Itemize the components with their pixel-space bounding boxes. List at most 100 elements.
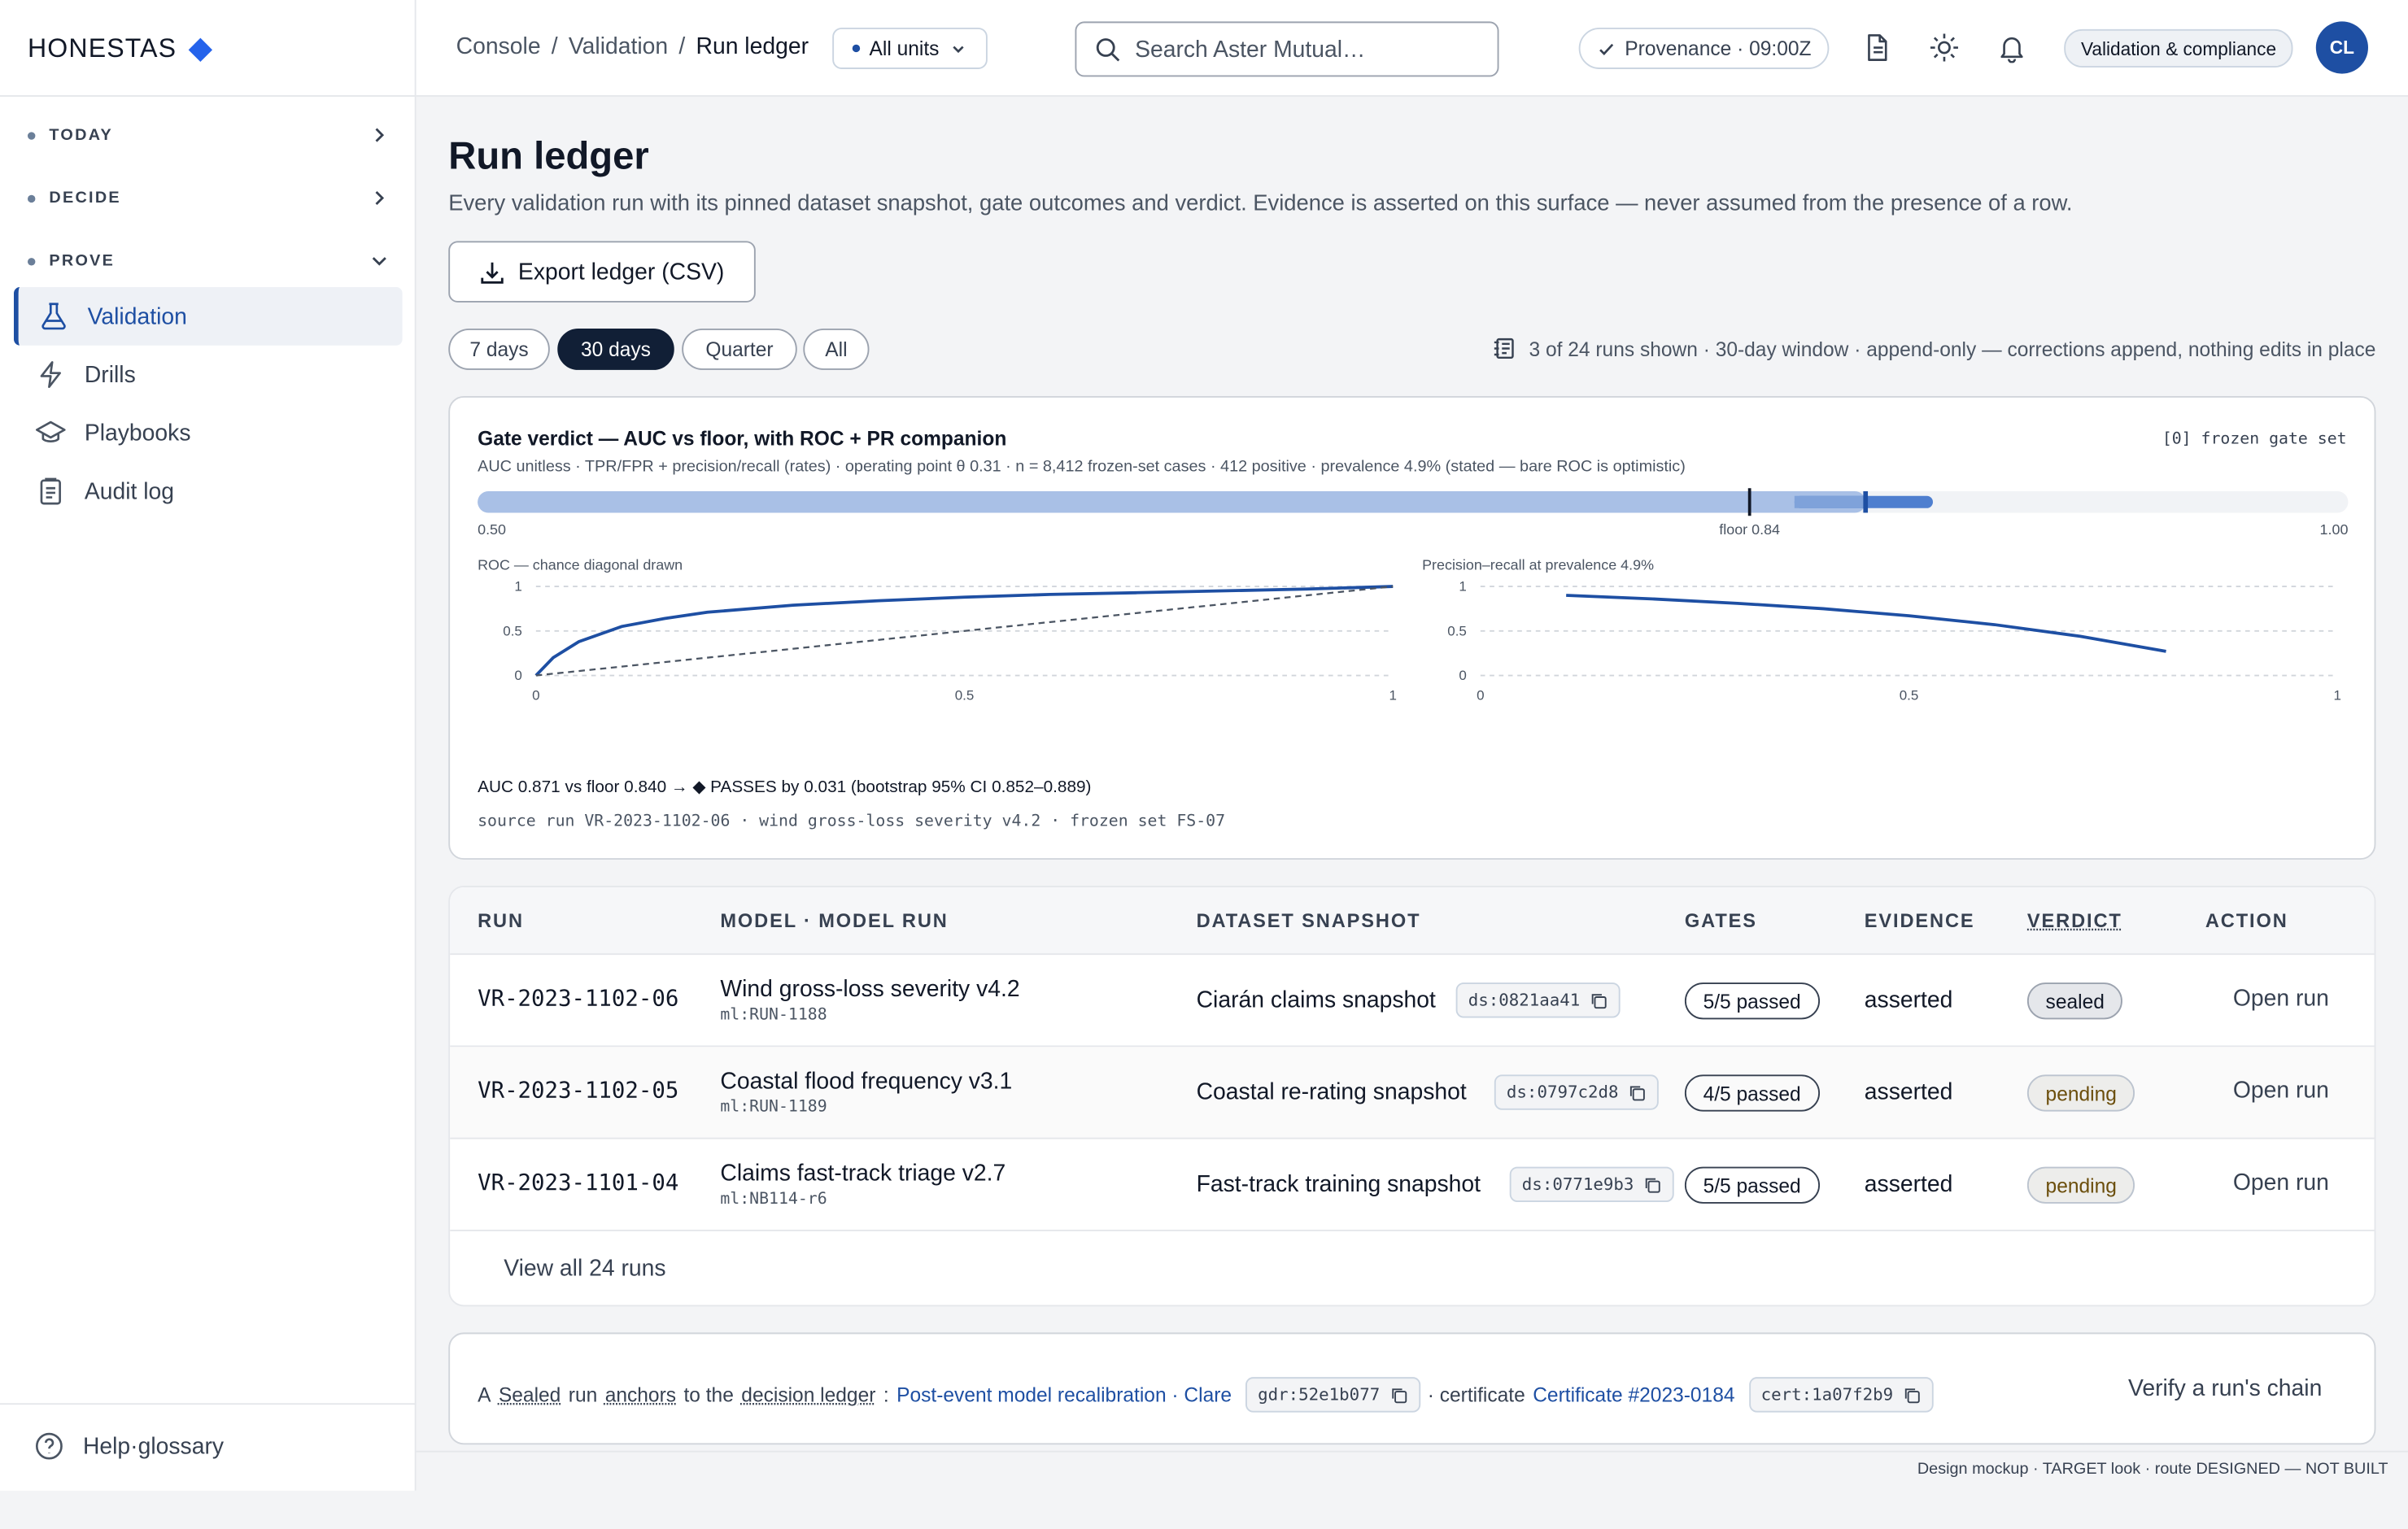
source-run-line: source run VR-2023-1102-06 · wind gross-… <box>478 812 1226 831</box>
model-name[interactable]: Wind gross-loss severity v4.2 <box>720 977 1019 1003</box>
decision-link[interactable]: Post-event model recalibration · Clare <box>896 1383 1232 1406</box>
model-cell: Claims fast-track triage v2.7 ml:NB114-r6 <box>720 1161 1006 1213</box>
range-quarter[interactable]: Quarter <box>682 328 797 370</box>
help-glossary-link[interactable]: Help·glossary <box>34 1431 224 1461</box>
floor-label: floor 0.84 <box>1719 521 1780 538</box>
snapshot-name[interactable]: Coastal re-rating snapshot <box>1197 1079 1467 1105</box>
breadcrumb-console[interactable]: Console <box>456 34 541 60</box>
section-today[interactable]: TODAY <box>27 120 390 150</box>
search-input[interactable]: Search Aster Mutual… <box>1075 21 1499 77</box>
range-7-days[interactable]: 7 days <box>448 328 550 370</box>
gate-verdict-card: Gate verdict — AUC vs floor, with ROC + … <box>448 396 2376 860</box>
gates-badge: 5/5 passed <box>1684 1166 1820 1204</box>
sidebar-item-label: Playbooks <box>84 420 191 447</box>
roc-x-tick: 1 <box>1389 688 1397 704</box>
colon: : <box>883 1383 889 1407</box>
chevron-down-icon <box>952 45 963 53</box>
evidence-text: asserted <box>1864 1171 1953 1198</box>
table-header: RUN MODEL · MODEL RUN DATASET SNAPSHOT G… <box>450 887 2375 956</box>
snapshot-name[interactable]: Fast-track training snapshot <box>1197 1171 1481 1197</box>
model-run-id: ml:NB114-r6 <box>720 1189 827 1209</box>
role-chip[interactable]: Validation & compliance <box>2064 28 2293 68</box>
model-name[interactable]: Claims fast-track triage v2.7 <box>720 1161 1006 1187</box>
glossary-sealed[interactable]: Sealed <box>499 1383 561 1406</box>
run-id[interactable]: VR-2023-1102-06 <box>478 987 678 1012</box>
avatar[interactable]: CL <box>2315 21 2368 74</box>
sidebar-item-label: Drills <box>84 361 136 388</box>
bullet-icon <box>27 194 36 203</box>
anchor-word: A <box>478 1383 491 1407</box>
open-run-link[interactable]: Open run <box>2233 1170 2329 1196</box>
dataset-hash-chip[interactable]: ds:0797c2d8 <box>1494 1074 1659 1110</box>
bolt-icon <box>40 361 61 388</box>
col-action: ACTION <box>2205 910 2288 932</box>
help-circle-icon <box>35 1432 63 1460</box>
breadcrumb-separator: / <box>551 33 558 60</box>
export-ledger-button[interactable]: Export ledger (CSV) <box>448 241 756 303</box>
roc-title: ROC — chance diagonal drawn <box>478 556 683 573</box>
brand-logo[interactable]: HONESTAS <box>28 34 213 65</box>
window-note-text: 3 of 24 runs shown · 30-day window · app… <box>1529 337 2376 360</box>
window-note: 3 of 24 runs shown · 30-day window · app… <box>1492 336 2375 360</box>
dataset-hash-chip[interactable]: ds:0771e9b3 <box>1509 1166 1674 1202</box>
glossary-anchors[interactable]: anchors <box>605 1383 676 1406</box>
anchor-card: A Sealed run anchors to the decision led… <box>448 1332 2376 1445</box>
copy-icon <box>1591 993 1607 1008</box>
check-icon <box>1599 42 1614 55</box>
run-id[interactable]: VR-2023-1101-04 <box>478 1171 678 1196</box>
breadcrumb-current: Run ledger <box>696 33 809 60</box>
provenance-badge[interactable]: Provenance · 09:00Z <box>1578 27 1830 69</box>
bell-icon[interactable] <box>1996 33 2027 63</box>
table-row[interactable]: VR-2023-1102-06 Wind gross-loss severity… <box>450 955 2375 1048</box>
certificate-link[interactable]: Certificate #2023-0184 <box>1533 1383 1734 1406</box>
roc-y-tick: 1 <box>514 579 521 595</box>
gates-badge: 4/5 passed <box>1684 1074 1820 1112</box>
col-verdict[interactable]: VERDICT <box>2027 910 2122 931</box>
section-prove[interactable]: PROVE <box>27 246 390 277</box>
document-icon[interactable] <box>1861 33 1892 63</box>
diamond-icon <box>188 37 213 62</box>
units-selector[interactable]: All units <box>832 27 987 69</box>
table-row[interactable]: VR-2023-1101-04 Claims fast-track triage… <box>450 1139 2375 1231</box>
col-snapshot: DATASET SNAPSHOT <box>1196 910 1421 932</box>
run-id[interactable]: VR-2023-1102-05 <box>478 1079 678 1104</box>
search-placeholder: Search Aster Mutual… <box>1135 36 1366 63</box>
roc-x-tick: 0 <box>532 688 539 704</box>
verify-chain-button[interactable]: Verify a run's chain <box>2128 1375 2322 1401</box>
pr-curve <box>1566 594 2166 653</box>
sidebar-item-playbooks[interactable]: Playbooks <box>14 403 403 462</box>
copy-icon <box>1629 1085 1645 1100</box>
bullet-icon <box>27 257 36 265</box>
view-all-runs-link[interactable]: View all 24 runs <box>504 1256 665 1282</box>
sidebar-item-drills[interactable]: Drills <box>14 346 403 404</box>
units-label: All units <box>869 37 940 60</box>
bullet-icon <box>852 44 861 53</box>
open-run-link[interactable]: Open run <box>2233 986 2329 1012</box>
dataset-hash-chip[interactable]: ds:0821aa41 <box>1455 982 1621 1018</box>
table-row[interactable]: VR-2023-1102-05 Coastal flood frequency … <box>450 1047 2375 1139</box>
sun-icon[interactable] <box>1929 33 1960 63</box>
verdict-badge: pending <box>2026 1074 2135 1112</box>
model-name[interactable]: Coastal flood frequency v3.1 <box>720 1069 1012 1095</box>
copy-icon <box>1904 1387 1920 1403</box>
gate-chart: 0.50 floor 0.84 1.00ROC — chance diagonal … <box>478 488 2348 704</box>
gdr-hash-chip[interactable]: gdr:52e1b077 <box>1245 1377 1420 1413</box>
copy-icon <box>1645 1177 1660 1192</box>
range-all[interactable]: All <box>803 328 870 370</box>
cert-hash-chip[interactable]: cert:1a07f2b9 <box>1748 1377 1934 1413</box>
glossary-decision-ledger[interactable]: decision ledger <box>741 1383 875 1406</box>
model-run-id: ml:RUN-1189 <box>720 1097 827 1117</box>
range-30-days[interactable]: 30 days <box>557 328 674 370</box>
model-cell: Coastal flood frequency v3.1 ml:RUN-1189 <box>720 1069 1012 1121</box>
section-label: PROVE <box>49 251 116 271</box>
col-run: RUN <box>478 910 524 932</box>
section-decide[interactable]: DECIDE <box>27 183 390 214</box>
breadcrumb-validation[interactable]: Validation <box>569 34 668 60</box>
snapshot-name[interactable]: Ciarán claims snapshot <box>1197 987 1436 1013</box>
sidebar-item-audit-log[interactable]: Audit log <box>14 462 403 521</box>
col-gates: GATES <box>1684 910 1757 932</box>
export-label: Export ledger (CSV) <box>517 259 725 285</box>
sidebar-item-validation[interactable]: Validation <box>13 286 403 346</box>
open-run-link[interactable]: Open run <box>2233 1078 2329 1104</box>
roc-x-tick: 0.5 <box>955 688 975 704</box>
